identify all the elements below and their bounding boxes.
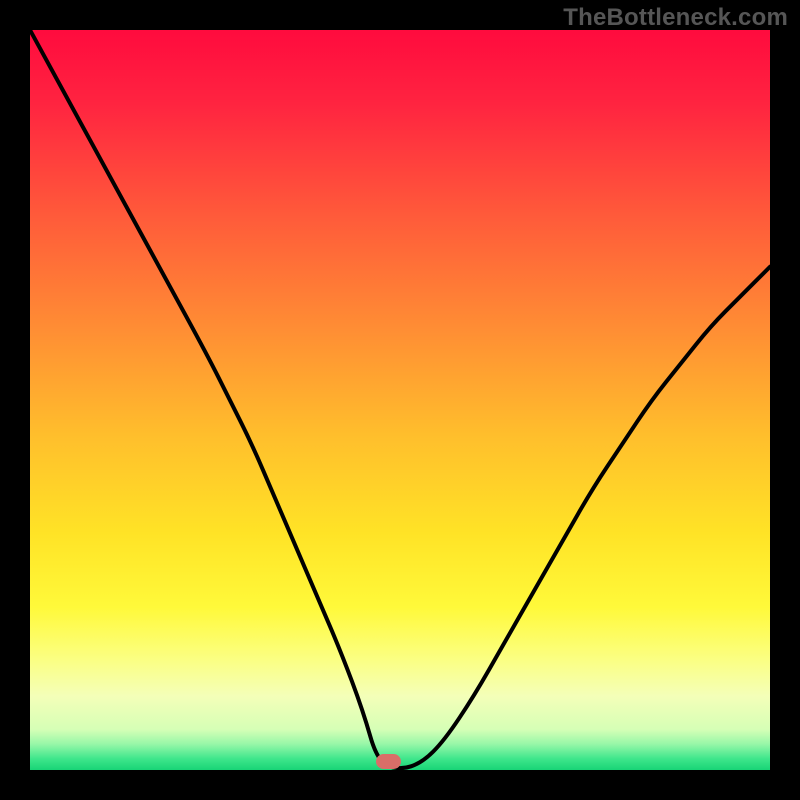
gradient-background xyxy=(30,30,770,770)
watermark-text: TheBottleneck.com xyxy=(563,4,788,32)
chart-frame: TheBottleneck.com xyxy=(0,0,800,800)
optimum-marker xyxy=(376,754,401,769)
chart-svg xyxy=(0,0,800,800)
